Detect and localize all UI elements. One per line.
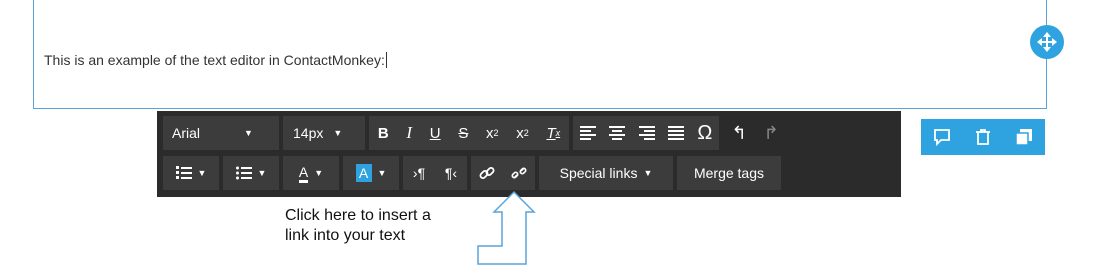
comment-icon[interactable] [927, 122, 957, 152]
annotation-line-2: link into your text [285, 227, 406, 244]
chevron-down-icon: ▼ [333, 128, 343, 138]
redo-icon[interactable]: ↱ [763, 116, 778, 150]
chevron-down-icon: ▼ [643, 168, 653, 178]
font-size-value: 14px [293, 125, 324, 141]
subscript-icon[interactable]: x2 [516, 116, 529, 150]
direction-group: ›¶ ¶‹ [403, 156, 467, 190]
background-color-icon: A [355, 164, 372, 182]
block-actions-bar [921, 119, 1045, 155]
editor-text-area[interactable]: This is an example of the text editor in… [44, 52, 387, 68]
text-caret [385, 52, 387, 68]
link-icon[interactable] [479, 156, 495, 190]
merge-tags-label: Merge tags [693, 165, 765, 181]
justify-icon[interactable] [667, 116, 684, 150]
callout-arrow-icon [477, 190, 536, 265]
strikethrough-icon[interactable]: S [458, 116, 468, 150]
italic-icon[interactable]: I [406, 116, 412, 150]
link-annotation: Click here to insert a link into your te… [285, 206, 495, 246]
text-color-dropdown[interactable]: A ▼ [283, 156, 339, 190]
clear-formatting-icon[interactable]: Tx [546, 116, 560, 150]
duplicate-icon[interactable] [1009, 122, 1039, 152]
background-color-dropdown[interactable]: A ▼ [343, 156, 399, 190]
rtl-paragraph-icon[interactable]: ¶‹ [445, 156, 457, 190]
bullet-list-icon [235, 156, 252, 190]
undo-icon[interactable]: ↰ [731, 116, 746, 150]
history-group: ↰ ↱ [723, 116, 787, 150]
chevron-down-icon: ▼ [197, 168, 207, 178]
font-family-dropdown[interactable]: Arial ▼ [163, 116, 279, 150]
chevron-down-icon: ▼ [314, 168, 324, 178]
chevron-down-icon: ▼ [377, 168, 387, 178]
align-left-icon[interactable] [579, 116, 596, 150]
numbered-list-icon [175, 156, 192, 190]
editor-content: This is an example of the text editor in… [44, 52, 385, 68]
unlink-icon[interactable] [511, 156, 527, 190]
merge-tags-button[interactable]: Merge tags [677, 156, 781, 190]
special-character-icon[interactable]: Ω [697, 116, 712, 150]
text-block[interactable]: This is an example of the text editor in… [33, 0, 1047, 109]
format-group: B I U S x2 x2 Tx [369, 116, 569, 150]
font-family-value: Arial [172, 125, 201, 141]
bold-icon[interactable]: B [378, 116, 389, 150]
special-links-dropdown[interactable]: Special links ▼ [539, 156, 673, 190]
chevron-down-icon: ▼ [244, 128, 253, 138]
bullet-list-dropdown[interactable]: ▼ [223, 156, 279, 190]
align-center-icon[interactable] [609, 116, 626, 150]
text-editor-toolbar: Arial ▼ 14px ▼ B I U S x2 x2 Tx Ω ↰ ↱ ▼ … [157, 111, 901, 197]
numbered-list-dropdown[interactable]: ▼ [163, 156, 219, 190]
text-color-icon: A [298, 164, 309, 183]
align-right-icon[interactable] [638, 116, 655, 150]
special-links-label: Special links [559, 165, 638, 181]
superscript-icon[interactable]: x2 [486, 116, 499, 150]
alignment-group: Ω [573, 116, 719, 150]
underline-icon[interactable]: U [430, 116, 441, 150]
chevron-down-icon: ▼ [257, 168, 267, 178]
annotation-line-1: Click here to insert a [285, 207, 431, 224]
font-size-dropdown[interactable]: 14px ▼ [283, 116, 365, 150]
move-handle-icon[interactable] [1030, 25, 1064, 59]
delete-icon[interactable] [968, 122, 998, 152]
ltr-paragraph-icon[interactable]: ›¶ [413, 156, 425, 190]
link-group [471, 156, 535, 190]
